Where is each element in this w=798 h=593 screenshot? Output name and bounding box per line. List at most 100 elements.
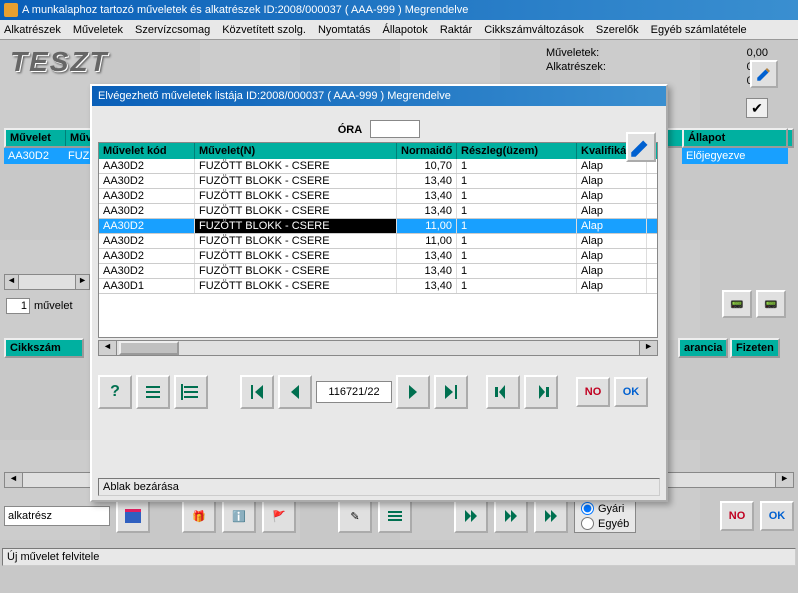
cell: Alap bbox=[577, 249, 647, 263]
cell: FUZÖTT BLOKK - CSERE bbox=[195, 159, 397, 173]
cell: 1 bbox=[457, 189, 577, 203]
tool-icon-1[interactable]: 📟 bbox=[722, 290, 752, 318]
menu-item[interactable]: Közvetített szolg. bbox=[222, 24, 306, 36]
summary-alkatreszek-label: Alkatrészek: bbox=[546, 61, 606, 73]
dialog-ok-button[interactable]: OK bbox=[614, 377, 648, 407]
table-row[interactable]: AA30D2FUZÖTT BLOKK - CSERE10,701Alap bbox=[99, 159, 657, 174]
dialog-edit-button[interactable] bbox=[626, 132, 656, 162]
lines-icon[interactable] bbox=[378, 499, 412, 533]
cell: 1 bbox=[457, 219, 577, 233]
arrow2-icon[interactable] bbox=[494, 499, 528, 533]
summary-panel: Műveletek:0,00 Alkatrészek:0,00 0,00 bbox=[542, 46, 772, 88]
arrow1-icon[interactable] bbox=[454, 499, 488, 533]
cikkszam-header[interactable]: Cikkszám bbox=[4, 338, 84, 358]
window-title: A munkalaphoz tartozó műveletek és alkat… bbox=[22, 4, 468, 16]
cell: 13,40 bbox=[397, 264, 457, 278]
menu-item[interactable]: Egyéb számlatétele bbox=[651, 24, 747, 36]
operations-grid: Művelet kód Művelet(N) Normaidő Részleg(… bbox=[98, 142, 658, 338]
table-row[interactable]: AA30D2FUZÖTT BLOKK - CSERE11,001Alap bbox=[99, 219, 657, 234]
record-position-input[interactable] bbox=[316, 381, 392, 403]
menu-item[interactable]: Raktár bbox=[440, 24, 472, 36]
radio-gyari[interactable]: Gyári bbox=[581, 502, 629, 515]
query-button[interactable]: ? bbox=[98, 375, 132, 409]
cell: FUZÖTT BLOKK - CSERE bbox=[195, 174, 397, 188]
dialog-hscroll[interactable] bbox=[98, 340, 658, 356]
radio-egyeb[interactable]: Egyéb bbox=[581, 517, 629, 530]
cell: FUZÖTT BLOKK - CSERE bbox=[195, 219, 397, 233]
menu-item[interactable]: Szervízcsomag bbox=[135, 24, 210, 36]
check-toggle[interactable]: ✔ bbox=[746, 98, 768, 118]
bg-hscroll[interactable] bbox=[4, 274, 90, 290]
statusbar: Új művelet felvitele bbox=[2, 548, 796, 566]
menu-item[interactable]: Alkatrészek bbox=[4, 24, 61, 36]
col-reszleg[interactable]: Részleg(üzem) bbox=[457, 143, 577, 159]
edit-button[interactable] bbox=[750, 60, 778, 88]
cell: 13,40 bbox=[397, 174, 457, 188]
menu-item[interactable]: Cikkszámváltozások bbox=[484, 24, 584, 36]
tool-icon-2[interactable]: 📟 bbox=[756, 290, 786, 318]
cell: FUZÖTT BLOKK - CSERE bbox=[195, 234, 397, 248]
gift-icon[interactable]: 🎁 bbox=[182, 499, 216, 533]
cell: 1 bbox=[457, 234, 577, 248]
cell: AA30D2 bbox=[99, 189, 195, 203]
ora-header: ÓRA bbox=[98, 120, 660, 138]
cell: 1 bbox=[457, 204, 577, 218]
app-logo: TESZT bbox=[10, 46, 109, 78]
app-icon bbox=[4, 3, 18, 17]
cell: Alap bbox=[577, 189, 647, 203]
ok-button[interactable]: OK bbox=[760, 501, 794, 531]
radio-egyeb-input[interactable] bbox=[581, 517, 594, 530]
cell: 11,00 bbox=[397, 219, 457, 233]
book-icon[interactable] bbox=[116, 499, 150, 533]
table-row[interactable]: AA30D2FUZÖTT BLOKK - CSERE13,401Alap bbox=[99, 249, 657, 264]
cell: 1 bbox=[457, 159, 577, 173]
table-row[interactable]: AA30D1FUZÖTT BLOKK - CSERE13,401Alap bbox=[99, 279, 657, 294]
table-row[interactable]: AA30D2FUZÖTT BLOKK - CSERE13,401Alap bbox=[99, 174, 657, 189]
table-row[interactable]: AA30D2FUZÖTT BLOKK - CSERE13,401Alap bbox=[99, 264, 657, 279]
list-indent-button[interactable] bbox=[136, 375, 170, 409]
muvelet-count-input[interactable] bbox=[6, 298, 30, 314]
ora-label: ÓRA bbox=[338, 124, 362, 136]
dialog-toolbar: ? NO OK bbox=[98, 372, 660, 412]
no-button[interactable]: NO bbox=[720, 501, 754, 531]
bg-col-muvelet[interactable]: Művelet bbox=[6, 130, 66, 146]
col-nev[interactable]: Művelet(N) bbox=[195, 143, 397, 159]
menu-item[interactable]: Szerelők bbox=[596, 24, 639, 36]
table-row[interactable]: AA30D2FUZÖTT BLOKK - CSERE13,401Alap bbox=[99, 204, 657, 219]
table-row[interactable]: AA30D2FUZÖTT BLOKK - CSERE13,401Alap bbox=[99, 189, 657, 204]
ora-input[interactable] bbox=[370, 120, 420, 138]
muvelet-count-label: művelet bbox=[34, 300, 73, 312]
flag-icon[interactable]: 🚩 bbox=[262, 499, 296, 533]
dialog-status: Ablak bezárása bbox=[98, 478, 660, 496]
radio-gyari-input[interactable] bbox=[581, 502, 594, 515]
garancia-header[interactable]: arancia bbox=[678, 338, 728, 358]
source-radio-group: Gyári Egyéb bbox=[574, 499, 636, 533]
dialog-no-button[interactable]: NO bbox=[576, 377, 610, 407]
fizeten-header[interactable]: Fizeten bbox=[730, 338, 780, 358]
col-kod[interactable]: Művelet kód bbox=[99, 143, 195, 159]
move-right-button[interactable] bbox=[524, 375, 558, 409]
cell: Alap bbox=[577, 204, 647, 218]
col-ido[interactable]: Normaidő bbox=[397, 143, 457, 159]
info-icon[interactable]: ℹ️ bbox=[222, 499, 256, 533]
edit-doc-icon[interactable]: ✎ bbox=[338, 499, 372, 533]
menu-item[interactable]: Állapotok bbox=[383, 24, 428, 36]
table-row[interactable]: AA30D2FUZÖTT BLOKK - CSERE11,001Alap bbox=[99, 234, 657, 249]
menubar: Alkatrészek Műveletek Szervízcsomag Közvetí… bbox=[0, 20, 798, 40]
bg-col-allapot[interactable]: Állapot bbox=[682, 128, 788, 148]
first-button[interactable] bbox=[240, 375, 274, 409]
menu-item[interactable]: Nyomtatás bbox=[318, 24, 371, 36]
prev-button[interactable] bbox=[278, 375, 312, 409]
menu-item[interactable]: Műveletek bbox=[73, 24, 123, 36]
last-button[interactable] bbox=[434, 375, 468, 409]
bg-row[interactable]: AA30D2 FUZ bbox=[4, 148, 94, 164]
next-button[interactable] bbox=[396, 375, 430, 409]
arrow3-icon[interactable] bbox=[534, 499, 568, 533]
cell: Alap bbox=[577, 174, 647, 188]
list-outdent-button[interactable] bbox=[174, 375, 208, 409]
grid-body[interactable]: AA30D2FUZÖTT BLOKK - CSERE10,701AlapAA30… bbox=[99, 159, 657, 335]
right-headers: arancia Fizeten bbox=[678, 338, 788, 358]
alkatresz-input[interactable] bbox=[4, 506, 110, 526]
cell: Alap bbox=[577, 219, 647, 233]
move-left-button[interactable] bbox=[486, 375, 520, 409]
